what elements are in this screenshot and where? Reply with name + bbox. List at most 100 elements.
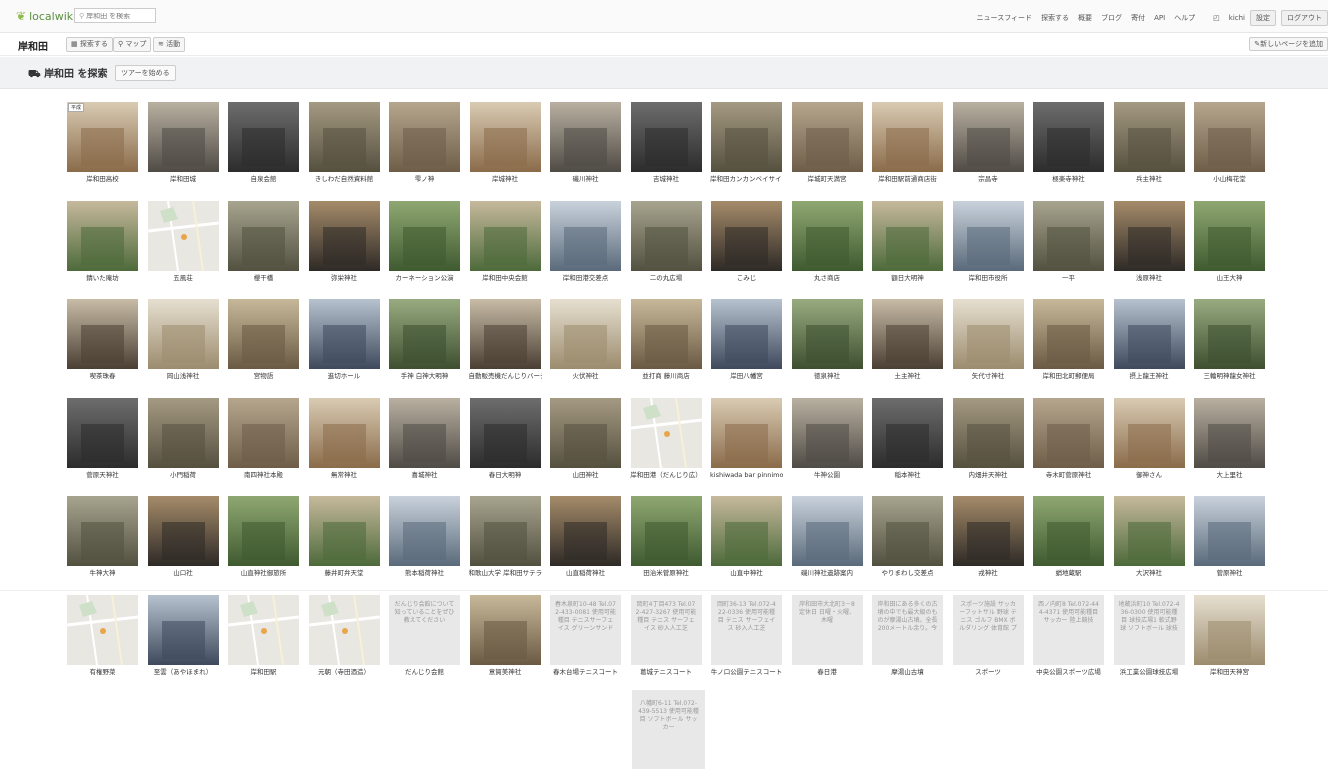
- page-tile[interactable]: 岸和田にある多くの古墳の中でも最大級のものが摩湯山古墳。全長200メートル余り。…: [871, 593, 944, 680]
- page-tile[interactable]: 岡山浅神社: [146, 298, 220, 384]
- text-tile-extra[interactable]: 八幡町6-11 Tel.072-439-5513 使用可能種目 ソフトボール サ…: [632, 690, 705, 769]
- nav-about[interactable]: 概要: [1078, 13, 1092, 23]
- logout-button[interactable]: ログアウト: [1281, 10, 1328, 26]
- page-tile[interactable]: 自泉会館: [227, 101, 300, 187]
- page-tile[interactable]: 五風荘: [146, 199, 220, 286]
- page-tile[interactable]: やりまわし交差点: [871, 495, 944, 581]
- page-tile[interactable]: 雫ノ神: [388, 101, 461, 187]
- page-tile[interactable]: 吉城神社: [629, 101, 703, 187]
- user-link[interactable]: ◰ kichi: [1204, 14, 1245, 22]
- explore-button[interactable]: ▦ 探索する: [66, 37, 113, 52]
- page-tile[interactable]: 岸和田市役所: [951, 199, 1025, 286]
- page-tile[interactable]: 御神さん: [1112, 396, 1186, 483]
- page-tile[interactable]: 戎神社: [951, 495, 1025, 581]
- page-tile[interactable]: 岸和田城: [146, 101, 220, 187]
- page-tile[interactable]: こみじ: [710, 199, 783, 286]
- page-tile[interactable]: 岸和田駅: [227, 593, 300, 680]
- page-tile[interactable]: 岡町4丁目473 Tel.072-427-3267 使用可能種目 テニス サーフ…: [629, 593, 703, 680]
- page-tile[interactable]: 稲本神社: [871, 396, 944, 483]
- page-tile[interactable]: 岸田八幡宮: [710, 298, 783, 384]
- page-tile[interactable]: 元朝（寺田酒造）: [307, 593, 381, 680]
- page-tile[interactable]: 土主神社: [871, 298, 944, 384]
- page-tile[interactable]: 岸和田港（だんじり広）: [629, 396, 703, 483]
- page-tile[interactable]: 岸城町天満宮: [790, 101, 864, 187]
- nav-donate[interactable]: 寄付: [1131, 13, 1145, 23]
- page-tile[interactable]: 宗昌寺: [951, 101, 1025, 187]
- nav-help[interactable]: ヘルプ: [1174, 13, 1195, 23]
- page-tile[interactable]: 岸和田駅前通商店街: [871, 101, 944, 187]
- page-tile[interactable]: 喫茶珠春: [66, 298, 139, 384]
- page-tile[interactable]: 磯川神社: [549, 101, 622, 187]
- page-tile[interactable]: 田治米菅原神社: [629, 495, 703, 581]
- page-tile[interactable]: 菅原天神社: [66, 396, 139, 483]
- page-tile[interactable]: 西ノ内町8 Tel.072-444-4371 使用可能種目 サッカー 陸上競技中…: [1032, 593, 1105, 680]
- map-button[interactable]: ⚲ マップ: [113, 37, 152, 52]
- page-tile[interactable]: 至雲（あやほまれ）: [146, 593, 220, 680]
- page-tile[interactable]: 無常神社: [307, 396, 381, 483]
- page-tile[interactable]: 山直中神社: [710, 495, 783, 581]
- page-tile[interactable]: 地蔵浜町10 Tel.072-436-0300 使用可能種目 球技広場1 軟式野…: [1112, 593, 1186, 680]
- page-tile[interactable]: 岸城神社: [468, 101, 542, 187]
- nav-api[interactable]: API: [1154, 14, 1165, 22]
- page-tile[interactable]: 牛神公園: [790, 396, 864, 483]
- page-tile[interactable]: 磯川神社遺跡案内: [790, 495, 864, 581]
- page-tile[interactable]: 南四神社本殿: [227, 396, 300, 483]
- page-tile[interactable]: 進切ホール: [307, 298, 381, 384]
- page-tile[interactable]: 手神 白神大明神: [388, 298, 461, 384]
- page-tile[interactable]: スポーツ施設 サッカーフットサル 野球 テニス ゴルフ BMX ボルダリング 体…: [951, 593, 1025, 680]
- page-tile[interactable]: 三輪明神龍女神社: [1193, 298, 1266, 384]
- page-tile[interactable]: 極楽寺神社: [1032, 101, 1105, 187]
- page-tile[interactable]: 額日大明神: [871, 199, 944, 286]
- add-page-button[interactable]: ✎新しいページを追加: [1249, 37, 1328, 51]
- page-tile[interactable]: 火伏神社: [549, 298, 622, 384]
- page-tile[interactable]: 平成 岸和田高校: [66, 101, 139, 187]
- search-input[interactable]: [84, 13, 147, 20]
- page-tile[interactable]: 大沢神社: [1112, 495, 1186, 581]
- page-tile[interactable]: 摂上龍王神社: [1112, 298, 1186, 384]
- nav-explore[interactable]: 探索する: [1041, 13, 1069, 23]
- page-tile[interactable]: 岸和田港交差点: [549, 199, 622, 286]
- page-tile[interactable]: 並打商 藤川商店: [629, 298, 703, 384]
- page-tile[interactable]: 蛸地蔵駅: [1032, 495, 1105, 581]
- page-tile[interactable]: きしわだ自然資料館: [307, 101, 381, 187]
- start-tour-button[interactable]: ツアーを始める: [115, 65, 176, 81]
- page-tile[interactable]: 菅原神社: [1193, 495, 1266, 581]
- page-tile[interactable]: 春日大明神: [468, 396, 542, 483]
- site-logo[interactable]: ❦ localwiki: [16, 9, 76, 23]
- page-tile[interactable]: 山田神社: [549, 396, 622, 483]
- page-tile[interactable]: 喜城神社: [388, 396, 461, 483]
- page-tile[interactable]: 櫻干橋: [227, 199, 300, 286]
- page-tile[interactable]: 徳泉神社: [790, 298, 864, 384]
- page-tile[interactable]: 山口社: [146, 495, 220, 581]
- page-tile[interactable]: 錆いた庵坊: [66, 199, 139, 286]
- page-tile[interactable]: 山王大神: [1193, 199, 1266, 286]
- page-tile[interactable]: 牛神大神: [66, 495, 139, 581]
- page-tile[interactable]: 丸さ商店: [790, 199, 864, 286]
- page-tile[interactable]: 有権野菜: [66, 593, 139, 680]
- page-tile[interactable]: 浅原神社: [1112, 199, 1186, 286]
- page-tile[interactable]: カーネーション公演: [388, 199, 461, 286]
- page-tile[interactable]: だんじり会館について知っていることをぜひ教えてください だんじり会館: [388, 593, 461, 680]
- nav-newsfeed[interactable]: ニュースフィード: [977, 13, 1033, 23]
- page-tile[interactable]: 岸和田中央会館: [468, 199, 542, 286]
- search-box[interactable]: ⚲: [74, 8, 156, 23]
- page-tile[interactable]: 岸和田北町郵便局: [1032, 298, 1105, 384]
- page-tile[interactable]: 内畑井天神社: [951, 396, 1025, 483]
- page-tile[interactable]: 山直神社御旅所: [227, 495, 300, 581]
- page-tile[interactable]: 山直稲荷神社: [549, 495, 622, 581]
- page-tile[interactable]: 意賀美神社: [468, 593, 542, 680]
- page-tile[interactable]: 大上里社: [1193, 396, 1266, 483]
- page-tile[interactable]: 一平: [1032, 199, 1105, 286]
- page-tile[interactable]: 宮物語: [227, 298, 300, 384]
- settings-button[interactable]: 設定: [1250, 10, 1276, 26]
- page-tile[interactable]: 岸和田市大北町3－8 定休日 日曜・火曜、木曜 春日港: [790, 593, 864, 680]
- region-title[interactable]: 岸和田: [18, 38, 48, 53]
- page-tile[interactable]: 熊本稲荷神社: [388, 495, 461, 581]
- activity-button[interactable]: ≋ 活動: [153, 37, 186, 52]
- page-tile[interactable]: kishiwada bar pinnimol: [710, 396, 783, 483]
- page-tile[interactable]: 小門稲荷: [146, 396, 220, 483]
- page-tile[interactable]: 岡町36-13 Tel.072-422-0336 使用可能種目 テニス サーフェ…: [710, 593, 783, 680]
- page-tile[interactable]: 岸和田天神宮: [1193, 593, 1266, 680]
- page-tile[interactable]: 藤井町弁天堂: [307, 495, 381, 581]
- page-tile[interactable]: 寺木町菅原神社: [1032, 396, 1105, 483]
